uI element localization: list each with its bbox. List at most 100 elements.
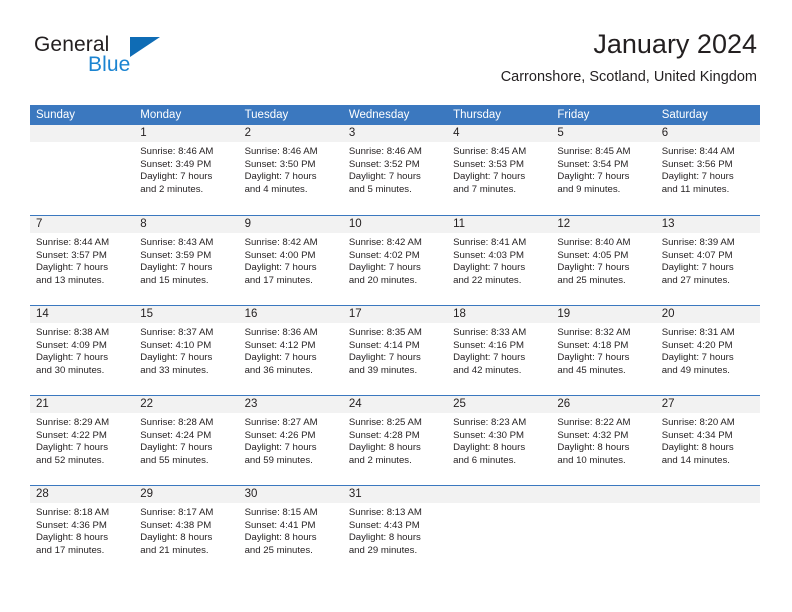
day-cell[interactable]: 23 Sunrise: 8:27 AM Sunset: 4:26 PM Dayligh… — [238, 396, 343, 485]
day-number: 11 — [447, 216, 552, 233]
sunset-text: Sunset: 4:22 PM — [36, 429, 107, 441]
day-sun-info: Sunrise: 8:17 AM Sunset: 4:38 PM Daylight:… — [134, 503, 238, 557]
calendar-page: General Blue January 2024 Carronshore, S… — [0, 0, 792, 612]
day-cell[interactable]: 26 Sunrise: 8:22 AM Sunset: 4:32 PM Dayligh… — [551, 396, 656, 485]
sunrise-text: Sunrise: 8:44 AM — [661, 146, 735, 157]
day-number: 31 — [342, 486, 448, 503]
sunset-text: Sunset: 4:10 PM — [140, 339, 212, 351]
day-cell[interactable]: 14 Sunrise: 8:38 AM Sunset: 4:09 PM Dayligh… — [30, 306, 135, 395]
daylight-text-line1: Daylight: 7 hours — [453, 171, 526, 183]
logo-triangle-icon — [130, 37, 160, 57]
day-cell[interactable]: 16 Sunrise: 8:36 AM Sunset: 4:12 PM Dayligh… — [238, 306, 343, 395]
daylight-text-line1: Daylight: 7 hours — [557, 171, 630, 183]
day-cell[interactable]: 1 Sunrise: 8:46 AM Sunset: 3:49 PM Daylight… — [134, 125, 239, 215]
sunset-text: Sunset: 3:56 PM — [661, 158, 733, 170]
day-sun-info: Sunrise: 8:42 AM Sunset: 4:00 PM Daylight:… — [239, 233, 343, 287]
weekday-header-wednesday: Wednesday — [348, 109, 410, 121]
day-cell[interactable]: 10 Sunrise: 8:42 AM Sunset: 4:02 PM Dayligh… — [342, 216, 448, 305]
day-cell[interactable]: 15 Sunrise: 8:37 AM Sunset: 4:10 PM Dayligh… — [134, 306, 239, 395]
day-sun-info — [30, 142, 134, 146]
day-sun-info — [551, 503, 655, 507]
weekday-header-sunday: Sunday — [36, 109, 76, 121]
sunrise-text: Sunrise: 8:18 AM — [36, 507, 110, 518]
daylight-text-line2: and 52 minutes. — [36, 454, 105, 466]
day-cell[interactable]: 20 Sunrise: 8:31 AM Sunset: 4:20 PM Dayligh… — [655, 306, 760, 395]
day-cell[interactable]: 11 Sunrise: 8:41 AM Sunset: 4:03 PM Dayligh… — [447, 216, 552, 305]
daylight-text-line2: and 22 minutes. — [453, 274, 522, 286]
day-cell[interactable]: 17 Sunrise: 8:35 AM Sunset: 4:14 PM Dayligh… — [342, 306, 448, 395]
weekday-header-thursday: Thursday — [453, 109, 502, 121]
day-cell[interactable]: 22 Sunrise: 8:28 AM Sunset: 4:24 PM Dayligh… — [134, 396, 239, 485]
sunrise-text: Sunrise: 8:45 AM — [453, 146, 527, 157]
day-number: 10 — [342, 216, 448, 233]
daylight-text-line1: Daylight: 7 hours — [661, 171, 734, 183]
daylight-text-line2: and 4 minutes. — [244, 183, 308, 195]
sunrise-text: Sunrise: 8:22 AM — [557, 417, 631, 428]
day-number: 30 — [238, 486, 343, 503]
day-cell[interactable]: 27 Sunrise: 8:20 AM Sunset: 4:34 PM Dayligh… — [655, 396, 760, 485]
day-cell[interactable]: 7 Sunrise: 8:44 AM Sunset: 3:57 PM Daylight… — [30, 216, 135, 305]
day-cell[interactable]: 30 Sunrise: 8:15 AM Sunset: 4:41 PM Dayligh… — [238, 486, 343, 575]
day-cell[interactable]: 18 Sunrise: 8:33 AM Sunset: 4:16 PM Dayligh… — [447, 306, 552, 395]
daylight-text-line2: and 30 minutes. — [36, 364, 105, 376]
sunset-text: Sunset: 4:12 PM — [244, 339, 316, 351]
day-cell[interactable]: 19 Sunrise: 8:32 AM Sunset: 4:18 PM Dayligh… — [551, 306, 656, 395]
day-sun-info: Sunrise: 8:35 AM Sunset: 4:14 PM Daylight:… — [343, 323, 447, 377]
calendar-week-row: 28 Sunrise: 8:18 AM Sunset: 4:36 PM Dayligh… — [30, 485, 760, 575]
day-sun-info — [447, 503, 551, 507]
day-cell-empty — [30, 125, 135, 215]
daylight-text-line2: and 17 minutes. — [36, 544, 105, 556]
daylight-text-line1: Daylight: 8 hours — [557, 442, 630, 454]
day-number: 29 — [134, 486, 239, 503]
daylight-text-line1: Daylight: 7 hours — [140, 171, 213, 183]
daylight-text-line2: and 5 minutes. — [348, 183, 412, 195]
calendar-week-row: 14 Sunrise: 8:38 AM Sunset: 4:09 PM Dayligh… — [30, 305, 760, 395]
day-number: 28 — [30, 486, 135, 503]
daylight-text-line2: and 39 minutes. — [348, 364, 418, 376]
day-cell[interactable]: 9 Sunrise: 8:42 AM Sunset: 4:00 PM Daylight… — [238, 216, 343, 305]
daylight-text-line2: and 14 minutes. — [661, 454, 730, 466]
day-cell[interactable]: 28 Sunrise: 8:18 AM Sunset: 4:36 PM Dayligh… — [30, 486, 135, 575]
day-cell[interactable]: 13 Sunrise: 8:39 AM Sunset: 4:07 PM Dayligh… — [655, 216, 760, 305]
daylight-text-line1: Daylight: 8 hours — [661, 442, 734, 454]
day-cell[interactable]: 24 Sunrise: 8:25 AM Sunset: 4:28 PM Dayligh… — [342, 396, 448, 485]
day-sun-info: Sunrise: 8:25 AM Sunset: 4:28 PM Daylight:… — [343, 413, 447, 467]
day-cell[interactable]: 3 Sunrise: 8:46 AM Sunset: 3:52 PM Daylight… — [342, 125, 448, 215]
day-cell[interactable]: 4 Sunrise: 8:45 AM Sunset: 3:53 PM Daylight… — [447, 125, 552, 215]
daylight-text-line2: and 2 minutes. — [348, 454, 412, 466]
day-sun-info: Sunrise: 8:23 AM Sunset: 4:30 PM Daylight:… — [447, 413, 551, 467]
sunset-text: Sunset: 3:53 PM — [453, 158, 525, 170]
daylight-text-line1: Daylight: 7 hours — [140, 352, 213, 364]
day-sun-info: Sunrise: 8:33 AM Sunset: 4:16 PM Daylight:… — [447, 323, 551, 377]
day-cell[interactable]: 25 Sunrise: 8:23 AM Sunset: 4:30 PM Dayligh… — [447, 396, 552, 485]
day-cell[interactable]: 5 Sunrise: 8:45 AM Sunset: 3:54 PM Daylight… — [551, 125, 656, 215]
day-number: 17 — [342, 306, 448, 323]
sunrise-text: Sunrise: 8:29 AM — [36, 417, 110, 428]
day-cell[interactable]: 29 Sunrise: 8:17 AM Sunset: 4:38 PM Dayligh… — [134, 486, 239, 575]
daylight-text-line1: Daylight: 8 hours — [244, 532, 317, 544]
daylight-text-line1: Daylight: 7 hours — [557, 352, 630, 364]
sunrise-text: Sunrise: 8:20 AM — [661, 417, 735, 428]
logo-text-blue: Blue — [88, 53, 131, 76]
weekday-header-tuesday: Tuesday — [244, 109, 289, 121]
daylight-text-line2: and 17 minutes. — [244, 274, 313, 286]
day-cell[interactable]: 12 Sunrise: 8:40 AM Sunset: 4:05 PM Dayligh… — [551, 216, 656, 305]
day-sun-info: Sunrise: 8:22 AM Sunset: 4:32 PM Daylight:… — [551, 413, 655, 467]
day-cell[interactable]: 8 Sunrise: 8:43 AM Sunset: 3:59 PM Daylight… — [134, 216, 239, 305]
day-cell-empty — [551, 486, 656, 575]
sunset-text: Sunset: 3:54 PM — [557, 158, 629, 170]
day-sun-info: Sunrise: 8:46 AM Sunset: 3:52 PM Daylight:… — [343, 142, 447, 196]
day-sun-info: Sunrise: 8:31 AM Sunset: 4:20 PM Daylight:… — [656, 323, 760, 377]
day-cell[interactable]: 21 Sunrise: 8:29 AM Sunset: 4:22 PM Dayligh… — [30, 396, 135, 485]
day-cell[interactable]: 31 Sunrise: 8:13 AM Sunset: 4:43 PM Dayligh… — [342, 486, 448, 575]
daylight-text-line2: and 36 minutes. — [244, 364, 313, 376]
sunrise-text: Sunrise: 8:37 AM — [140, 327, 214, 338]
sunrise-text: Sunrise: 8:43 AM — [140, 237, 214, 248]
day-cell[interactable]: 2 Sunrise: 8:46 AM Sunset: 3:50 PM Daylight… — [238, 125, 343, 215]
sunrise-text: Sunrise: 8:46 AM — [244, 146, 318, 157]
sunrise-text: Sunrise: 8:15 AM — [244, 507, 318, 518]
day-cell[interactable]: 6 Sunrise: 8:44 AM Sunset: 3:56 PM Daylight… — [655, 125, 760, 215]
sunrise-text: Sunrise: 8:45 AM — [557, 146, 631, 157]
page-header: General Blue January 2024 Carronshore, S… — [0, 0, 792, 85]
sunset-text: Sunset: 3:59 PM — [140, 249, 212, 261]
